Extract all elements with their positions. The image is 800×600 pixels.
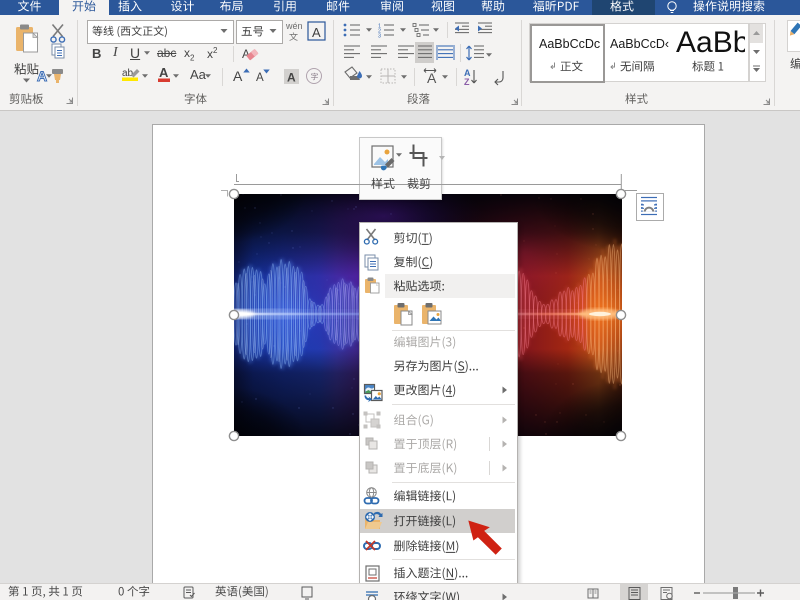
svg-text:Z: Z	[464, 77, 470, 87]
svg-text:A: A	[256, 72, 264, 84]
svg-text:A: A	[312, 25, 321, 40]
svg-text:wén: wén	[285, 21, 303, 31]
svg-text:A: A	[37, 68, 47, 84]
svg-text:A: A	[159, 65, 169, 80]
svg-text:A: A	[427, 70, 437, 86]
svg-text:Aa: Aa	[190, 67, 207, 82]
svg-text:3: 3	[378, 34, 381, 40]
svg-text:ab: ab	[122, 68, 134, 79]
svg-text:A: A	[287, 71, 296, 85]
svg-text:A: A	[233, 68, 243, 84]
